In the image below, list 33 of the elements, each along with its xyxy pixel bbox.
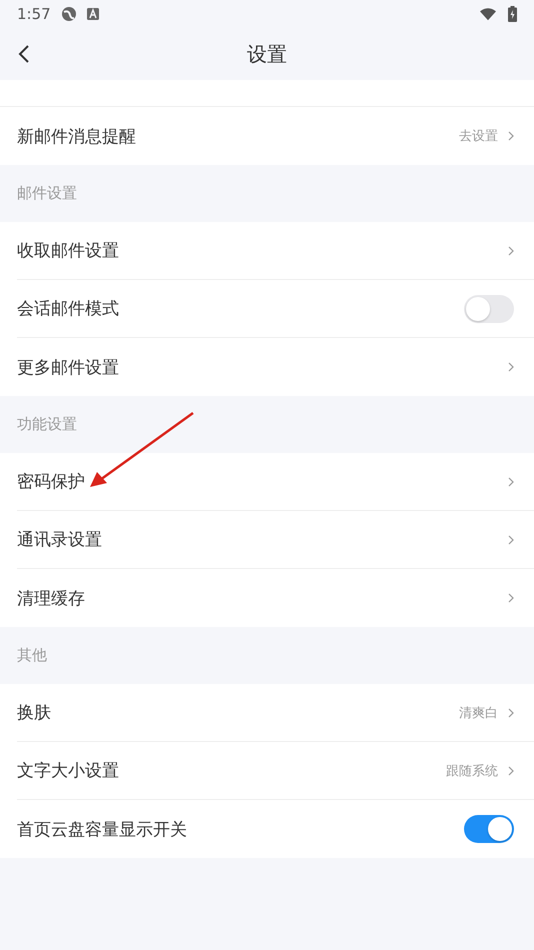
setting-label[interactable]: 清理缓存 [17, 586, 508, 610]
section-header: 功能设置 [17, 415, 77, 433]
keyboard-icon [86, 8, 99, 20]
toggle-switch[interactable] [464, 294, 514, 322]
setting-label[interactable]: 会话邮件模式 [17, 297, 464, 320]
setting-label[interactable]: 更多邮件设置 [17, 356, 508, 378]
status-time: 1:57 [17, 5, 51, 23]
wifi-icon [480, 6, 496, 22]
chevron-icon[interactable] [508, 131, 514, 141]
setting-label[interactable]: 文字大小设置 [17, 759, 446, 782]
setting-label[interactable]: 通讯录设置 [17, 528, 508, 551]
chevron-icon[interactable] [508, 766, 514, 776]
toggle-switch[interactable] [464, 815, 514, 843]
battery-icon [508, 6, 517, 22]
setting-value: 清爽白 [459, 704, 498, 722]
page-title: 设置 [247, 40, 287, 68]
setting-label[interactable]: 收取邮件设置 [17, 239, 508, 262]
back-icon[interactable] [18, 44, 30, 64]
chevron-icon[interactable] [508, 593, 514, 603]
section-header: 其他 [17, 646, 47, 664]
chevron-icon[interactable] [508, 708, 514, 718]
setting-label[interactable]: 换肤 [17, 701, 459, 724]
setting-value: 去设置 [459, 128, 498, 145]
chevron-icon[interactable] [508, 534, 514, 544]
setting-label[interactable]: 密码保护 [17, 470, 508, 493]
setting-label[interactable]: 新邮件消息提醒 [17, 124, 459, 148]
section-header: 邮件设置 [17, 184, 77, 202]
chevron-icon[interactable] [508, 362, 514, 372]
globe-icon [60, 6, 77, 22]
chevron-icon[interactable] [508, 246, 514, 256]
chevron-icon[interactable] [508, 476, 514, 486]
setting-value: 跟随系统 [446, 762, 498, 780]
setting-label[interactable]: 首页云盘容量显示开关 [17, 818, 464, 840]
